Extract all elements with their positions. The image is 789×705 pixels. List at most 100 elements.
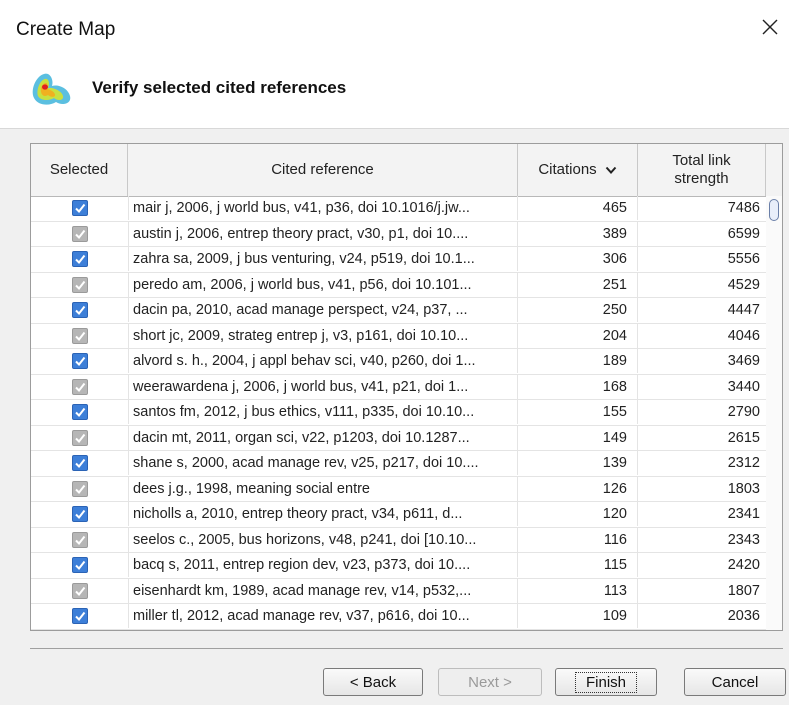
checkmark-icon [74, 560, 85, 571]
cited-reference-cell: bacq s, 2011, entrep region dev, v23, p3… [128, 553, 518, 577]
table-row[interactable]: mair j, 2006, j world bus, v41, p36, doi… [31, 196, 766, 222]
column-header-citations-label: Citations [538, 161, 597, 178]
checkmark-icon [74, 433, 85, 443]
table-header: Selected Cited reference Citations Total… [31, 144, 782, 197]
table-row[interactable]: austin j, 2006, entrep theory pract, v30… [31, 221, 766, 247]
citations-cell: 149 [518, 425, 638, 450]
selected-checkbox[interactable] [71, 429, 88, 446]
selected-cell [31, 375, 128, 399]
selected-checkbox[interactable] [71, 200, 88, 216]
selected-cell [31, 247, 128, 271]
checkmark-icon [74, 229, 85, 239]
selected-cell [31, 604, 128, 628]
total-link-strength-cell: 5556 [727, 251, 760, 267]
citations-cell: 204 [518, 323, 638, 348]
citations-cell: 109 [518, 604, 638, 628]
total-link-strength-cell: 1803 [727, 480, 760, 497]
close-button[interactable] [757, 14, 783, 40]
selected-checkbox[interactable] [71, 506, 88, 522]
checkmark-icon [74, 586, 85, 596]
selected-checkbox[interactable] [71, 251, 88, 267]
selected-cell [31, 579, 128, 603]
finish-button[interactable]: Finish [555, 668, 657, 696]
selected-checkbox[interactable] [71, 582, 88, 599]
cited-reference-cell: seelos c., 2005, bus horizons, v48, p241… [128, 527, 518, 552]
selected-checkbox[interactable] [71, 531, 88, 548]
column-header-selected[interactable]: Selected [31, 144, 128, 196]
title-bar: Create Map [0, 0, 789, 48]
checkmark-icon [74, 280, 85, 290]
selected-checkbox[interactable] [71, 455, 88, 471]
selected-cell [31, 451, 128, 475]
checkmark-icon [74, 203, 85, 214]
cited-reference-cell: dacin mt, 2011, organ sci, v22, p1203, d… [128, 425, 518, 450]
table-row[interactable]: dees j.g., 1998, meaning social entre 126… [31, 476, 766, 502]
table-row[interactable]: zahra sa, 2009, j bus venturing, v24, p5… [31, 247, 766, 273]
selected-cell [31, 426, 128, 450]
checkmark-icon [74, 407, 85, 418]
cited-reference-cell: mair j, 2006, j world bus, v41, p36, doi… [128, 196, 518, 220]
table-body: mair j, 2006, j world bus, v41, p36, doi… [31, 196, 766, 630]
scrollbar-thumb[interactable] [769, 199, 779, 221]
column-header-citations[interactable]: Citations [518, 144, 638, 196]
cited-reference-cell: alvord s. h., 2004, j appl behav sci, v4… [128, 349, 518, 373]
column-header-cited-reference[interactable]: Cited reference [128, 144, 518, 196]
table-row[interactable]: bacq s, 2011, entrep region dev, v23, p3… [31, 553, 766, 579]
table-row[interactable]: shane s, 2000, acad manage rev, v25, p21… [31, 451, 766, 477]
cited-references-table: Selected Cited reference Citations Total… [30, 143, 783, 631]
table-row[interactable]: short jc, 2009, strateg entrep j, v3, p1… [31, 323, 766, 349]
checkmark-icon [74, 331, 85, 341]
cancel-button[interactable]: Cancel [684, 668, 786, 696]
citations-cell: 116 [518, 527, 638, 552]
citations-cell: 465 [518, 196, 638, 220]
table-row[interactable]: dacin mt, 2011, organ sci, v22, p1203, d… [31, 425, 766, 451]
table-row[interactable]: weerawardena j, 2006, j world bus, v41, … [31, 374, 766, 400]
table-row[interactable]: peredo am, 2006, j world bus, v41, p56, … [31, 272, 766, 298]
selected-checkbox[interactable] [71, 353, 88, 369]
total-link-strength-cell: 2420 [727, 557, 760, 573]
selected-cell [31, 222, 128, 246]
selected-checkbox[interactable] [71, 276, 88, 293]
cited-reference-cell: nicholls a, 2010, entrep theory pract, v… [128, 502, 518, 526]
table-row[interactable]: seelos c., 2005, bus horizons, v48, p241… [31, 527, 766, 553]
total-link-strength-cell: 2036 [727, 608, 760, 624]
column-header-total-link-strength[interactable]: Total link strength [638, 144, 766, 196]
selected-checkbox[interactable] [71, 302, 88, 318]
total-link-strength-cell: 2341 [727, 506, 760, 522]
checkmark-icon [74, 509, 85, 520]
citations-cell: 126 [518, 476, 638, 501]
selected-checkbox[interactable] [71, 327, 88, 344]
selected-cell [31, 298, 128, 322]
selected-checkbox[interactable] [71, 480, 88, 497]
checkmark-icon [74, 254, 85, 265]
citations-cell: 168 [518, 374, 638, 399]
table-row[interactable]: alvord s. h., 2004, j appl behav sci, v4… [31, 349, 766, 375]
cited-reference-cell: weerawardena j, 2006, j world bus, v41, … [128, 374, 518, 399]
vertical-scrollbar[interactable] [766, 196, 782, 630]
table-row[interactable]: santos fm, 2012, j bus ethics, v111, p33… [31, 400, 766, 426]
total-link-strength-cell: 1807 [727, 582, 760, 599]
table-row[interactable]: miller tl, 2012, acad manage rev, v37, p… [31, 604, 766, 630]
selected-cell [31, 553, 128, 577]
total-link-strength-cell: 2615 [727, 429, 760, 446]
cited-reference-cell: zahra sa, 2009, j bus venturing, v24, p5… [128, 247, 518, 271]
selected-cell [31, 196, 128, 220]
finish-button-label: Finish [574, 671, 637, 693]
table-row[interactable]: nicholls a, 2010, entrep theory pract, v… [31, 502, 766, 528]
cited-reference-cell: dacin pa, 2010, acad manage perspect, v2… [128, 298, 518, 322]
selected-checkbox[interactable] [71, 557, 88, 573]
checkmark-icon [74, 356, 85, 367]
selected-checkbox[interactable] [71, 378, 88, 395]
window-title: Create Map [16, 19, 116, 40]
next-button[interactable]: Next > [438, 668, 542, 696]
wizard-header: Verify selected cited references [0, 48, 789, 129]
footer-divider [30, 648, 783, 649]
selected-checkbox[interactable] [71, 225, 88, 242]
selected-checkbox[interactable] [71, 608, 88, 624]
selected-cell [31, 324, 128, 348]
checkmark-icon [74, 305, 85, 316]
selected-checkbox[interactable] [71, 404, 88, 420]
back-button[interactable]: < Back [323, 668, 423, 696]
table-row[interactable]: eisenhardt km, 1989, acad manage rev, v1… [31, 578, 766, 604]
table-row[interactable]: dacin pa, 2010, acad manage perspect, v2… [31, 298, 766, 324]
